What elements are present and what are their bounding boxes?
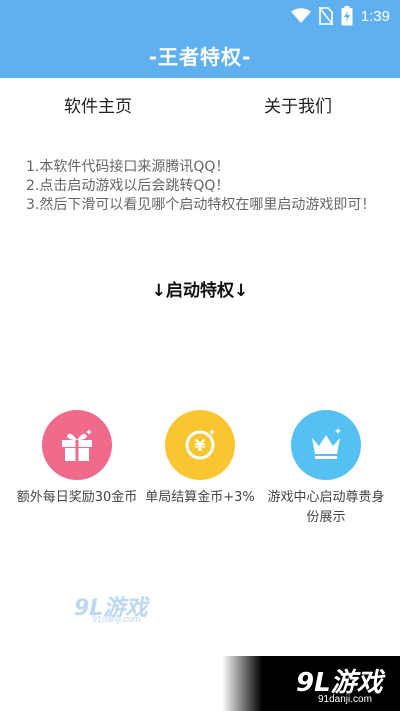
gift-icon [42,410,112,480]
app-title: -王者特权- [148,44,252,69]
feature-item-daily-reward[interactable]: 额外每日奖励30金币 [14,410,140,508]
feature-item-vip-display[interactable]: 游戏中心启动尊贵身份展示 [263,410,389,528]
launch-privileges-title: ↓启动特权↓ [151,281,249,301]
watermark-logo-faded: 9L游戏 91danji.com [74,590,174,626]
notice-line-3: 3.然后下滑可以看见哪个启动特权在哪里启动游戏即可！ [26,197,376,213]
feature-list: 额外每日奖励30金币 ¥ 单局结算金币+3% 游戏中心启动尊贵身份展示 [0,410,400,530]
watermark-site: 91danji.com [92,614,141,624]
svg-text:¥: ¥ [194,436,205,455]
status-bar: 1:39 [0,0,400,32]
tab-about-us[interactable]: 关于我们 [264,92,332,117]
watermark-site: 91danji.com [318,694,372,705]
no-sim-icon [318,7,333,25]
app-bar: -王者特权- [0,32,400,78]
feature-item-coin-bonus[interactable]: ¥ 单局结算金币+3% [137,410,263,508]
feature-label: 游戏中心启动尊贵身份展示 [267,490,385,525]
wifi-icon [290,8,311,23]
battery-charging-icon [341,6,353,26]
tab-home[interactable]: 软件主页 [64,92,132,117]
clock: 1:39 [360,7,390,25]
tab-bar: 软件主页 关于我们 [0,78,400,132]
notice-line-2: 2.点击启动游戏以后会跳转QQ！ [26,178,230,194]
feature-label: 额外每日奖励30金币 [16,490,138,505]
crown-icon [291,410,361,480]
notice-line-1: 1.本软件代码接口来源腾讯QQ！ [26,159,230,175]
coin-icon: ¥ [165,410,235,480]
feature-label: 单局结算金币+3% [145,490,255,505]
watermark-logo-corner: 9L游戏 91danji.com [222,656,400,711]
notice-text: 1.本软件代码接口来源腾讯QQ！ 2.点击启动游戏以后会跳转QQ！ 3.然后下滑… [26,158,376,215]
